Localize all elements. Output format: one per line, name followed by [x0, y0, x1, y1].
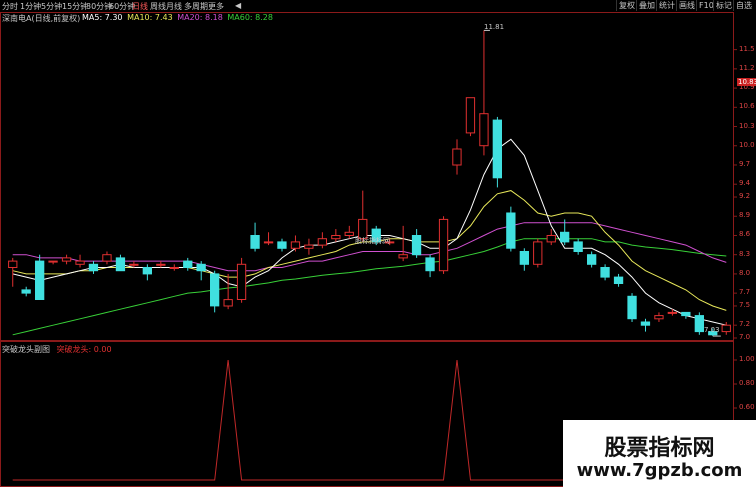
candle-body — [506, 212, 516, 249]
candle-body — [667, 311, 678, 314]
candle-body — [465, 97, 476, 134]
y-tick-label: 10.0 — [739, 140, 755, 149]
site-watermark: 股票指标网 www.7gpzb.com — [563, 420, 756, 487]
y-tick-label: 7.2 — [739, 320, 751, 329]
y-tick-label: 7.0 — [739, 333, 751, 341]
candle-body — [48, 260, 58, 263]
sub-y-tick-label: 0.80 — [739, 379, 755, 387]
main-panel-frame — [0, 12, 734, 341]
sub-panel-title: 突破龙头副图 — [2, 345, 50, 354]
candle-body — [613, 276, 624, 285]
candle-body — [277, 241, 287, 249]
candle-body — [236, 263, 247, 300]
candle-body — [627, 295, 637, 320]
ma10-line — [12, 190, 727, 311]
center-watermark-label: 股标指标网 — [355, 237, 390, 245]
candle-body — [587, 254, 597, 265]
ma5-line — [12, 138, 727, 326]
candle-body — [75, 260, 85, 265]
candle-body — [479, 113, 489, 147]
candle-body — [344, 231, 354, 237]
sub-y-tick-label: 0.60 — [739, 403, 755, 411]
candle-body — [61, 257, 72, 262]
y-tick-label: 9.4 — [739, 179, 751, 188]
candle-body — [8, 260, 18, 269]
candle-body — [573, 241, 583, 252]
high-price-marker: 11.81 — [484, 23, 505, 31]
ma60-line — [12, 238, 727, 336]
candle-body — [210, 273, 220, 307]
y-tick-label: 11.2 — [739, 63, 755, 72]
candle-body — [438, 218, 449, 272]
candle-body — [546, 235, 556, 243]
candle-body — [169, 267, 179, 269]
y-tick-label: 8.3 — [739, 249, 751, 258]
y-tick-label: 8.6 — [739, 230, 751, 239]
candle-body — [290, 241, 301, 249]
candle-body — [129, 263, 139, 266]
y-tick-label: 7.7 — [739, 288, 751, 297]
y-tick-label: 8.9 — [739, 211, 751, 220]
candle-body — [115, 257, 126, 272]
y-tick-label: 8.0 — [739, 268, 751, 277]
candle-body — [398, 254, 408, 259]
candle-body — [519, 251, 530, 265]
candle-body — [533, 241, 543, 265]
sub-y-tick-label: 1.00 — [739, 355, 755, 363]
candle-body — [560, 231, 570, 243]
candle-body — [317, 238, 328, 246]
candle-body — [681, 311, 691, 317]
current-price-tag: 10.83 — [737, 78, 756, 86]
candle-body — [425, 257, 435, 272]
candle-body — [411, 235, 422, 256]
candle-body — [183, 260, 193, 269]
candle-body — [331, 235, 341, 240]
indicator-value: 突破龙头: 0.00 — [56, 345, 112, 354]
watermark-url: www.7gpzb.com — [576, 460, 743, 481]
candle-body — [196, 263, 206, 272]
candle-body — [102, 254, 112, 262]
candle-body — [640, 321, 651, 326]
candle-body — [21, 289, 31, 294]
watermark-title: 股票指标网 — [604, 436, 715, 461]
candle-body — [721, 324, 731, 333]
low-price-marker: 7.03 — [704, 326, 720, 334]
candle-body — [654, 315, 664, 320]
candle-body — [492, 119, 503, 179]
candle-body — [452, 148, 462, 166]
y-tick-label: 10.6 — [739, 102, 755, 111]
y-tick-label: 9.2 — [739, 192, 751, 201]
candle-body — [304, 244, 314, 249]
candle-body — [142, 267, 152, 275]
candle-body — [600, 267, 610, 278]
y-tick-label: 10.3 — [739, 121, 755, 130]
candle-body — [156, 263, 166, 266]
candle-body — [250, 235, 260, 249]
y-tick-label: 11.5 — [739, 44, 755, 53]
candle-body — [223, 299, 233, 307]
candle-body — [694, 315, 705, 333]
y-tick-label: 9.7 — [739, 159, 751, 168]
candle-body — [88, 263, 99, 272]
sub-panel-header: 突破龙头副图 突破龙头: 0.00 — [2, 344, 112, 354]
candle-body — [263, 241, 274, 244]
candle-body — [35, 260, 45, 301]
y-tick-label: 7.5 — [739, 300, 751, 309]
